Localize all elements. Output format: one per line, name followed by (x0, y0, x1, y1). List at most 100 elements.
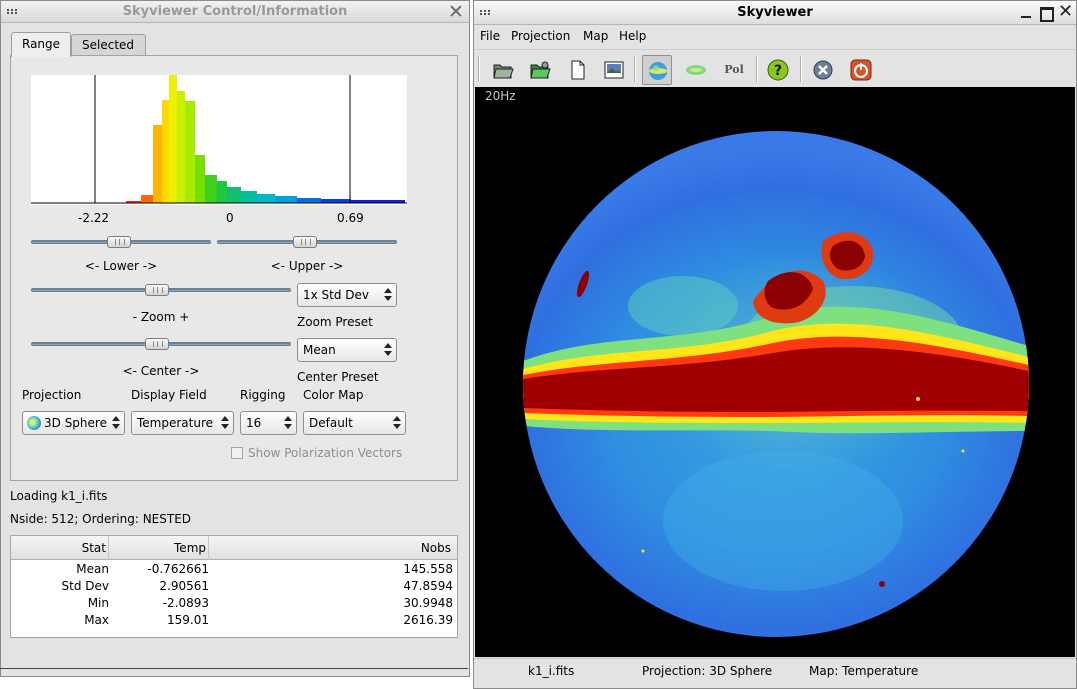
lower-slider-handle[interactable] (107, 236, 131, 248)
center-slider[interactable] (31, 338, 291, 350)
table-row: Min -2.0893 30.9948 (11, 595, 457, 612)
table-cell-nobs: 145.558 (403, 562, 453, 576)
center-slider-handle[interactable] (145, 338, 169, 350)
select-arrows-icon (221, 416, 229, 430)
color-map-select[interactable]: Default (303, 411, 406, 435)
sky-map-view[interactable]: 20Hz (475, 87, 1075, 657)
frequency-label: 20Hz (485, 89, 516, 103)
menu-help[interactable]: Help (619, 29, 646, 43)
table-row: Std Dev 2.90561 47.8594 (11, 578, 457, 595)
stats-table-header: Stat Temp Nobs (11, 536, 457, 560)
projection-value: 3D Sphere (44, 416, 107, 430)
upper-slider[interactable] (217, 236, 397, 248)
zoom-preset-value: 1x Std Dev (303, 288, 370, 302)
column-header-nobs[interactable]: Nobs (211, 536, 453, 560)
save-folder-icon[interactable] (525, 55, 555, 85)
center-preset-label: Center Preset (297, 370, 379, 384)
toolbar-separator (756, 56, 758, 82)
lower-slider[interactable] (31, 236, 211, 248)
sphere-projection-icon[interactable] (642, 55, 672, 85)
show-polarization-vectors-label: Show Polarization Vectors (248, 446, 403, 460)
toolbar-separator (634, 56, 636, 82)
menu-map[interactable]: Map (583, 29, 608, 43)
image-icon[interactable] (599, 55, 629, 85)
upper-slider-label: <- Upper -> (270, 259, 344, 273)
minimize-icon[interactable] (1019, 6, 1033, 20)
table-cell-stat: Mean (76, 562, 109, 576)
status-file: k1_i.fits (528, 664, 575, 678)
new-document-icon[interactable] (563, 55, 593, 85)
menu-projection[interactable]: Projection (511, 29, 570, 43)
status-projection: Projection: 3D Sphere (642, 664, 773, 678)
histogram-min-label: -2.22 (78, 211, 110, 225)
color-map-value: Default (309, 416, 353, 430)
loading-status: Loading k1_i.fits (10, 489, 108, 503)
sphere-projection-icon (27, 416, 41, 430)
toolbar-handle (478, 56, 480, 82)
mollweide-projection-icon[interactable] (681, 55, 711, 85)
table-cell-stat: Max (84, 613, 109, 627)
projection-label: Projection (22, 388, 82, 402)
column-header-stat[interactable]: Stat (11, 536, 109, 560)
tab-selected[interactable]: Selected (71, 34, 146, 56)
table-cell-temp: 2.90561 (159, 579, 209, 593)
control-window-title: Skyviewer Control/Information (122, 4, 348, 19)
center-preset-select[interactable]: Mean (297, 338, 397, 362)
control-titlebar[interactable]: Skyviewer Control/Information ✕ (1, 1, 469, 23)
skyviewer-window: Skyviewer ✕ File Projection Map Help Pol (473, 0, 1077, 689)
zoom-slider-handle[interactable] (145, 284, 169, 296)
status-map: Map: Temperature (809, 664, 919, 678)
center-slider-label: <- Center -> (122, 364, 200, 378)
quit-icon[interactable] (846, 55, 876, 85)
table-cell-temp: -2.0893 (162, 596, 209, 610)
svg-text:?: ? (774, 63, 782, 79)
open-folder-icon[interactable] (488, 55, 518, 85)
display-field-label: Display Field (131, 388, 207, 402)
column-header-temp[interactable]: Temp (111, 536, 209, 560)
zoom-preset-label: Zoom Preset (297, 315, 373, 329)
select-arrows-icon (284, 416, 292, 430)
table-cell-temp: -0.762661 (147, 562, 209, 576)
table-row: Max 159.01 2616.39 (11, 612, 457, 629)
histogram-plot (31, 75, 407, 204)
nside-info: Nside: 512; Ordering: NESTED (10, 512, 192, 526)
toolbar: Pol ? (474, 49, 1076, 87)
maximize-icon[interactable] (1039, 6, 1054, 22)
skyviewer-titlebar[interactable]: Skyviewer ✕ (474, 1, 1076, 25)
zoom-preset-select[interactable]: 1x Std Dev (297, 283, 397, 307)
table-cell-nobs: 30.9948 (403, 596, 453, 610)
table-cell-temp: 159.01 (167, 613, 209, 627)
menu-file[interactable]: File (480, 29, 500, 43)
tab-range[interactable]: Range (11, 32, 71, 57)
select-arrows-icon (393, 416, 401, 430)
rigging-value: 16 (246, 416, 262, 430)
histogram-max-label: 0.69 (337, 211, 364, 225)
close-map-icon[interactable] (808, 55, 838, 85)
sky-sphere[interactable] (523, 131, 1029, 637)
histogram (31, 75, 407, 205)
table-row: Mean -0.762661 145.558 (11, 561, 457, 578)
projection-select[interactable]: 3D Sphere (22, 411, 125, 435)
center-preset-value: Mean (303, 343, 336, 357)
zoom-slider-label: - Zoom + (132, 310, 190, 324)
zoom-slider[interactable] (31, 284, 291, 296)
display-field-select[interactable]: Temperature (131, 411, 234, 435)
toolbar-separator (800, 56, 802, 82)
display-field-value: Temperature (137, 416, 214, 430)
lower-slider-label: <- Lower -> (84, 259, 158, 273)
show-polarization-vectors-checkbox[interactable] (231, 447, 243, 459)
close-icon[interactable]: ✕ (446, 2, 466, 22)
skyviewer-window-title: Skyviewer (737, 5, 813, 20)
select-arrows-icon (384, 288, 392, 302)
table-cell-nobs: 2616.39 (403, 613, 453, 627)
close-icon[interactable]: ✕ (1058, 3, 1073, 21)
help-icon[interactable]: ? (763, 55, 793, 85)
rigging-select[interactable]: 16 (240, 411, 297, 435)
table-cell-nobs: 47.8594 (403, 579, 453, 593)
stats-table: Stat Temp Nobs Mean -0.762661 145.558 St… (10, 535, 458, 638)
polarization-icon[interactable]: Pol (719, 55, 749, 85)
upper-slider-handle[interactable] (293, 236, 317, 248)
color-map-label: Color Map (303, 388, 364, 402)
select-arrows-icon (112, 416, 120, 430)
table-cell-stat: Std Dev (61, 579, 109, 593)
